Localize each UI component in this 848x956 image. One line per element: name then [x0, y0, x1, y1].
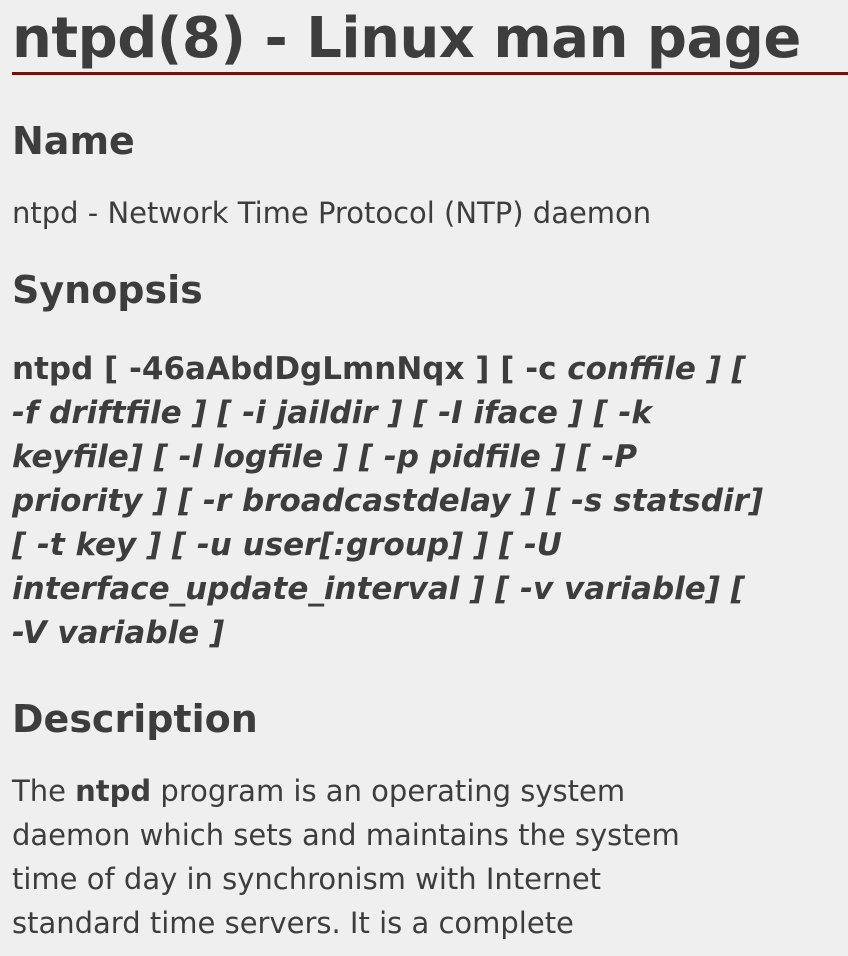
synopsis-line: ntpd [ -46aAbdDgLmnNqx ] [ -c conffile ]…	[12, 347, 836, 391]
section-heading-description: Description	[12, 697, 258, 741]
synopsis-args: [ -t key ] [ -u user[:group] ] [ -U	[12, 527, 562, 563]
synopsis-args: priority ] [ -r broadcastdelay ] [ -s st…	[12, 483, 764, 519]
synopsis-args: interface_update_interval ] [ -v variabl…	[12, 571, 745, 607]
synopsis-line: priority ] [ -r broadcastdelay ] [ -s st…	[12, 479, 836, 523]
synopsis-line: keyfile] [ -l logfile ] [ -p pidfile ] […	[12, 435, 836, 479]
synopsis-args: -f driftfile ] [ -i jaildir ] [ -I iface…	[12, 395, 653, 431]
description-text: The ntpd program is an operating system …	[12, 769, 836, 945]
synopsis-args: -V variable ]	[12, 615, 225, 651]
section-heading-synopsis: Synopsis	[12, 268, 203, 312]
page-title: ntpd(8) - Linux man page	[12, 0, 848, 75]
synopsis-args: keyfile] [ -l logfile ] [ -p pidfile ] […	[12, 439, 638, 475]
description-program-name: ntpd	[75, 774, 152, 808]
synopsis-line: -V variable ]	[12, 611, 836, 655]
description-line: The ntpd program is an operating system	[12, 769, 836, 813]
description-line: daemon which sets and maintains the syst…	[12, 818, 680, 852]
man-page: ntpd(8) - Linux man page Name ntpd - Net…	[0, 0, 848, 945]
synopsis-args: conffile ] [	[567, 351, 746, 387]
synopsis-line: interface_update_interval ] [ -v variabl…	[12, 567, 836, 611]
synopsis-command: ntpd [ -46aAbdDgLmnNqx ] [ -c	[12, 351, 568, 387]
section-heading-name: Name	[12, 119, 135, 163]
name-description: ntpd - Network Time Protocol (NTP) daemo…	[12, 196, 652, 230]
synopsis-line: -f driftfile ] [ -i jaildir ] [ -I iface…	[12, 391, 836, 435]
synopsis-text: ntpd [ -46aAbdDgLmnNqx ] [ -c conffile ]…	[12, 347, 836, 655]
description-fragment: program is an operating system	[151, 774, 626, 808]
description-line: time of day in synchronism with Internet	[12, 862, 602, 896]
synopsis-line: [ -t key ] [ -u user[:group] ] [ -U	[12, 523, 836, 567]
description-fragment: The	[12, 774, 76, 808]
description-line: standard time servers. It is a complete	[12, 906, 574, 940]
